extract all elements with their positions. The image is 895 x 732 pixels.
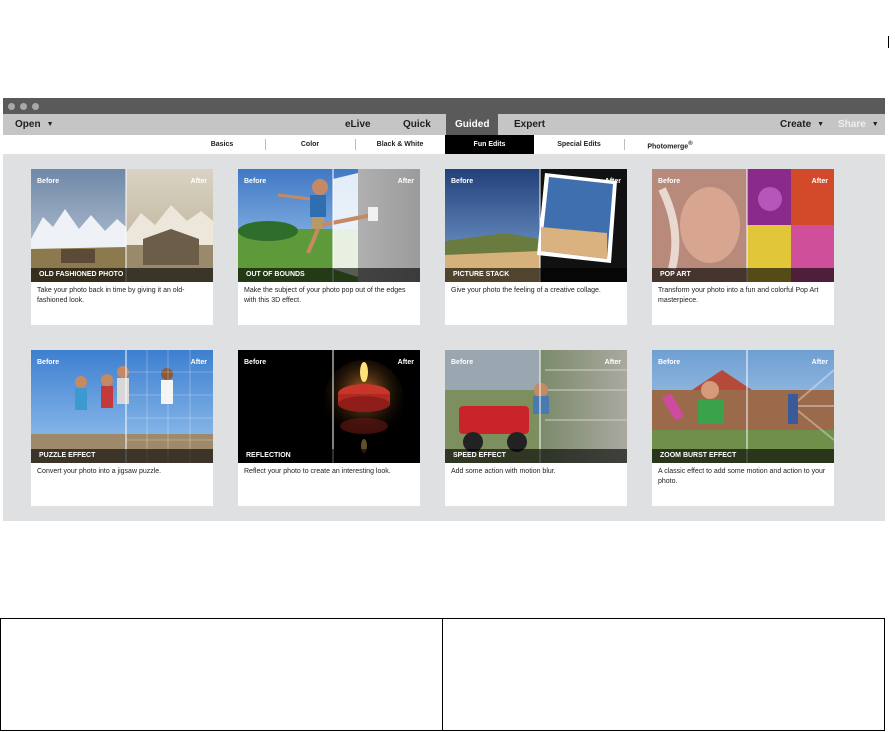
table-column-divider	[442, 619, 443, 730]
after-label: After	[811, 178, 828, 185]
open-menu[interactable]: Open ▼	[15, 119, 54, 131]
card-title: ZOOM BURST EFFECT	[652, 449, 834, 463]
tab-separator	[355, 139, 356, 150]
mode-tab-quick[interactable]: Quick	[394, 114, 440, 135]
card-description: Convert your photo into a jigsaw puzzle.	[37, 468, 162, 475]
title-bar	[3, 98, 885, 114]
card-title: PICTURE STACK	[445, 268, 627, 282]
card-thumbnail	[238, 169, 420, 282]
card-description: Transform your photo into a fun and colo…	[658, 287, 819, 304]
tab-photomerge-label: Photomerge	[647, 143, 689, 151]
card-description: Reflect your photo to create an interest…	[244, 468, 391, 475]
mode-tab-guided[interactable]: Guided	[446, 114, 499, 135]
card-thumbnail	[652, 350, 834, 463]
minimize-window-button[interactable]	[20, 103, 27, 110]
before-label: Before	[658, 178, 681, 185]
close-window-button[interactable]	[8, 103, 15, 110]
card-description: Make the subject of your photo pop out o…	[244, 287, 406, 304]
guided-card-reflection[interactable]: Before After REFLECTION Reflect your pho…	[238, 350, 420, 506]
chevron-down-icon: ▼	[817, 121, 825, 128]
photoshop-elements-window: Open ▼ eLive Quick Guided Expert Create ▼ …	[3, 98, 885, 521]
tab-black-white[interactable]: Black & White	[359, 135, 441, 154]
card-title: SPEED EFFECT	[445, 449, 627, 463]
before-label: Before	[658, 359, 681, 366]
create-label: Create	[780, 119, 812, 130]
zoom-window-button[interactable]	[32, 103, 39, 110]
page-edge-mark	[888, 36, 889, 48]
card-thumbnail	[31, 350, 213, 463]
chevron-down-icon: ▼	[871, 121, 879, 128]
guided-card-pop-art[interactable]: Before After POP ART Transform your phot…	[652, 169, 834, 325]
after-label: After	[190, 178, 207, 185]
after-label: After	[604, 178, 621, 185]
tab-photomerge[interactable]: Photomerge®	[630, 135, 710, 154]
card-description: Take your photo back in time by giving i…	[37, 287, 185, 304]
card-thumbnail	[238, 350, 420, 463]
mode-tab-elive[interactable]: eLive	[336, 114, 380, 135]
tab-fun-edits[interactable]: Fun Edits	[445, 135, 534, 154]
create-menu[interactable]: Create ▼	[780, 119, 824, 131]
card-title: OLD FASHIONED PHOTO	[31, 268, 213, 282]
after-label: After	[604, 359, 621, 366]
tab-separator	[624, 139, 625, 150]
tab-color[interactable]: Color	[269, 135, 351, 154]
menu-bar: Open ▼ eLive Quick Guided Expert Create ▼ …	[3, 114, 885, 135]
card-title: OUT OF BOUNDS	[238, 268, 420, 282]
card-title: POP ART	[652, 268, 834, 282]
guided-card-old-fashioned-photo[interactable]: Before After OLD FASHIONED PHOTO Take yo…	[31, 169, 213, 325]
card-thumbnail	[31, 169, 213, 282]
tab-separator	[265, 139, 266, 150]
tab-basics[interactable]: Basics	[183, 135, 261, 154]
mode-tab-expert[interactable]: Expert	[505, 114, 554, 135]
card-thumbnail	[652, 169, 834, 282]
card-thumbnail	[445, 350, 627, 463]
empty-two-column-table	[0, 618, 885, 731]
after-label: After	[190, 359, 207, 366]
before-label: Before	[37, 178, 60, 185]
guided-card-out-of-bounds[interactable]: Before After OUT OF BOUNDS Make the subj…	[238, 169, 420, 325]
card-title: PUZZLE EFFECT	[31, 449, 213, 463]
before-label: Before	[244, 178, 267, 185]
before-label: Before	[37, 359, 60, 366]
chevron-down-icon: ▼	[46, 121, 54, 128]
card-description: Give your photo the feeling of a creativ…	[451, 287, 601, 294]
before-label: Before	[451, 359, 474, 366]
before-label: Before	[451, 178, 474, 185]
guided-card-picture-stack[interactable]: Before After PICTURE STACK Give your pho…	[445, 169, 627, 325]
guided-card-puzzle-effect[interactable]: Before After PUZZLE EFFECT Convert your …	[31, 350, 213, 506]
open-label: Open	[15, 119, 41, 130]
guided-card-zoom-burst-effect[interactable]: Before After ZOOM BURST EFFECT A classic…	[652, 350, 834, 506]
card-description: Add some action with motion blur.	[451, 468, 556, 475]
registered-mark: ®	[688, 141, 693, 147]
card-thumbnail	[445, 169, 627, 282]
card-description: A classic effect to add some motion and …	[658, 468, 826, 485]
before-label: Before	[244, 359, 267, 366]
share-label: Share	[838, 119, 866, 130]
tab-special-edits[interactable]: Special Edits	[538, 135, 620, 154]
guided-category-tabs: Basics Color Black & White Fun Edits Spe…	[3, 135, 885, 154]
after-label: After	[397, 178, 414, 185]
guided-card-speed-effect[interactable]: Before After SPEED EFFECT Add some actio…	[445, 350, 627, 506]
share-menu[interactable]: Share ▼	[838, 119, 879, 131]
after-label: After	[811, 359, 828, 366]
card-title: REFLECTION	[238, 449, 420, 463]
after-label: After	[397, 359, 414, 366]
